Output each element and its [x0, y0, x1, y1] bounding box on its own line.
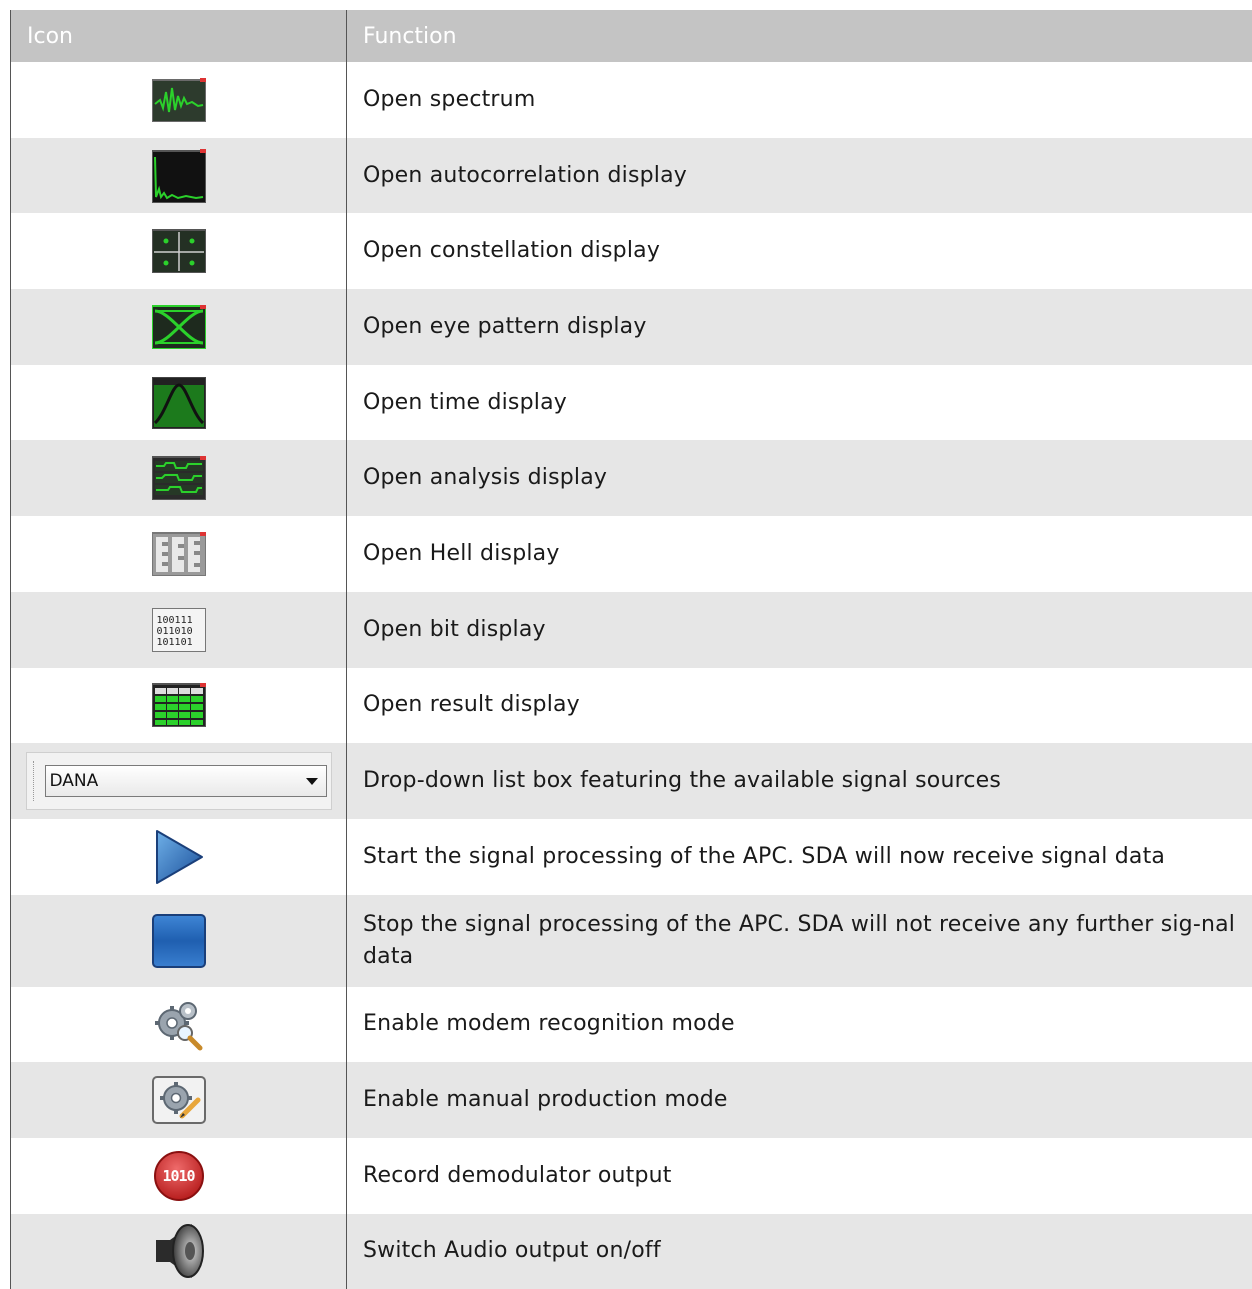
table-row: Open result display [11, 667, 1252, 744]
constellation-icon [151, 229, 206, 274]
modem-recognition-icon[interactable] [152, 997, 206, 1051]
hell-display-icon [151, 531, 206, 576]
table-row: Stop the signal processing of the APC. S… [11, 894, 1252, 987]
time-display-icon [151, 376, 206, 429]
chevron-down-icon[interactable] [305, 777, 318, 785]
table-row: Enable manual production mode [11, 1062, 1252, 1138]
row-function-text: Record demodulator output [346, 1137, 1252, 1214]
eye-pattern-icon [151, 304, 206, 349]
header-icon-column: Icon [27, 24, 73, 49]
analysis-display-icon [151, 456, 206, 501]
toolbar-grip[interactable] [32, 761, 39, 802]
manual-production-icon[interactable] [151, 1076, 206, 1125]
table-row: Open eye pattern display [11, 289, 1252, 365]
row-function-text: Open autocorrelation display [346, 137, 1252, 214]
row-function-text: Enable modem recognition mode [346, 986, 1252, 1063]
row-function-text: Open time display [346, 364, 1252, 441]
table-row: Open spectrum [11, 62, 1252, 138]
row-function-text: Open spectrum [346, 62, 1252, 138]
bit-display-icon: 100111 011010 101101 [151, 607, 206, 652]
table-row: 1010 Record demodulator output [11, 1137, 1252, 1214]
bits-line: 101101 [156, 636, 193, 648]
row-function-text: Start the signal processing of the APC. … [346, 818, 1252, 895]
speaker-icon[interactable] [152, 1222, 206, 1280]
header-function-column: Function [346, 10, 1252, 62]
table-row: Open analysis display [11, 440, 1252, 517]
bits-line: 100111 [156, 614, 193, 626]
table-row: Open constellation display [11, 213, 1252, 290]
record-label: 1010 [162, 1166, 195, 1185]
play-icon[interactable] [152, 828, 206, 886]
table-header: Icon Function [11, 10, 1252, 62]
table-row: Enable modem recognition mode [11, 986, 1252, 1063]
table-row: Open time display [11, 364, 1252, 441]
table-row: Open Hell display [11, 516, 1252, 592]
row-function-text: Open eye pattern display [346, 289, 1252, 365]
record-icon[interactable]: 1010 [153, 1150, 205, 1202]
table-row: Open autocorrelation display [11, 137, 1252, 214]
row-function-text: Enable manual production mode [346, 1062, 1252, 1138]
table-row: Start the signal processing of the APC. … [11, 818, 1252, 895]
stop-icon[interactable] [151, 913, 206, 968]
table-row: Switch Audio output on/off [11, 1213, 1252, 1289]
table-row: 100111 011010 101101 Open bit display [11, 591, 1252, 668]
row-function-text: Stop the signal processing of the APC. S… [346, 894, 1252, 987]
row-function-text: Drop-down list box featuring the availab… [346, 743, 1252, 819]
signal-source-toolbar: DANA [25, 752, 332, 811]
row-function-text: Open constellation display [346, 213, 1252, 290]
result-display-icon [151, 683, 206, 728]
table-row: DANA Drop-down list box featuring the av… [11, 743, 1252, 819]
row-function-text: Open result display [346, 667, 1252, 744]
dropdown-selected-value: DANA [49, 771, 99, 792]
row-function-text: Open analysis display [346, 440, 1252, 517]
row-function-text: Open bit display [346, 591, 1252, 668]
autocorrelation-icon [151, 148, 206, 203]
signal-source-dropdown[interactable]: DANA [44, 765, 327, 798]
row-function-text: Open Hell display [346, 516, 1252, 592]
bits-line: 011010 [156, 625, 193, 637]
icon-function-table: Icon Function Open spectrum Open autocor… [10, 10, 1252, 1289]
spectrum-icon [151, 77, 206, 122]
row-function-text: Switch Audio output on/off [346, 1213, 1252, 1289]
